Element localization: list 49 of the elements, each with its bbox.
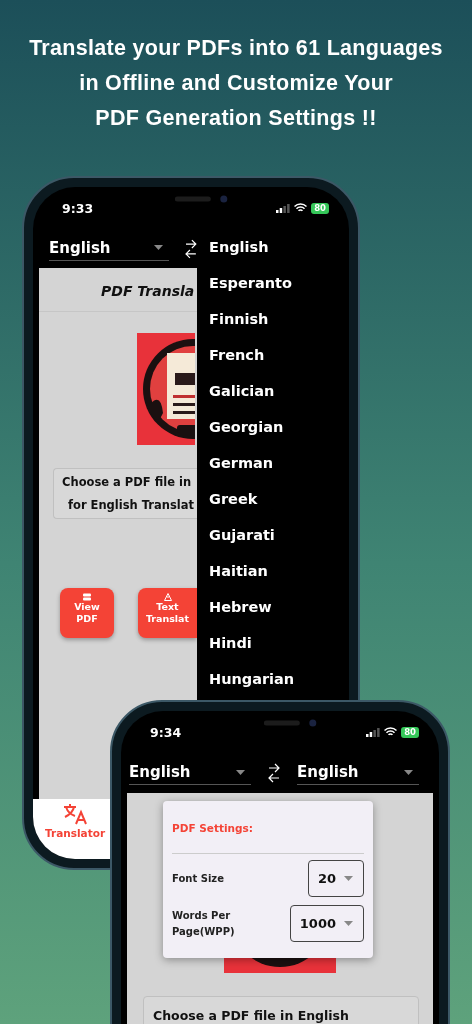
file-prompt-card[interactable]: Choose a PDF file in for English Translat (53, 468, 197, 519)
setting-label: Font Size (172, 871, 224, 886)
language-option[interactable]: Georgian (209, 419, 284, 435)
caret-icon (344, 921, 353, 926)
battery-level: 80 (401, 726, 419, 738)
setting-label: Words Per Page(WPP) (172, 908, 236, 939)
caret-icon (154, 245, 164, 250)
translate-icon (63, 803, 88, 825)
language-option[interactable]: English (209, 239, 269, 255)
caret-icon (236, 769, 245, 775)
caret-icon (344, 876, 353, 881)
document-icon (83, 593, 91, 601)
caret-icon (404, 769, 413, 775)
language-option[interactable]: Hungarian (209, 671, 295, 687)
file-prompt-card[interactable]: Choose a PDF file in English (143, 996, 419, 1024)
language-option[interactable]: Greek (209, 491, 258, 507)
battery-level: 80 (311, 202, 329, 214)
language-dropdown[interactable]: English (297, 761, 419, 785)
translate-button[interactable]: Text Translat (138, 588, 197, 638)
notch-drawing (263, 719, 318, 727)
prompt-text: for English Translat (67, 498, 196, 512)
language-option[interactable]: Galician (209, 383, 275, 399)
headline: Translate your PDFs into 61 Languages in Offline and Customize Your PDF Generation Settings !! (28, 35, 444, 132)
page-title: PDF Transla (101, 283, 195, 299)
translator-tab[interactable]: Translator (45, 799, 106, 859)
view-pdf-button[interactable]: View PDF (60, 588, 114, 638)
swap-icon[interactable] (185, 238, 197, 259)
language-option[interactable]: Hebrew (209, 599, 272, 615)
status-time: 9:33 (62, 200, 94, 216)
language-option[interactable]: Haitian (209, 563, 268, 579)
language-option[interactable]: French (209, 347, 265, 363)
language-option[interactable]: Esperanto (209, 275, 292, 291)
language-option[interactable]: Finnish (209, 311, 269, 327)
prompt-text: Choose a PDF file in English (153, 1008, 349, 1023)
wifi-icon (294, 203, 308, 213)
status-time: 9:34 (150, 724, 182, 740)
language-dropdown[interactable]: English (129, 761, 251, 785)
language-dropdown[interactable]: English (49, 236, 170, 261)
language-option[interactable]: German (209, 455, 274, 471)
notch-drawing (174, 195, 229, 203)
signal-icon (366, 727, 381, 737)
language-option[interactable]: Hindi (209, 635, 252, 651)
swap-icon[interactable] (268, 763, 280, 783)
warning-icon (163, 593, 172, 601)
popup-title: PDF Settings: (172, 822, 254, 834)
prompt-text: Choose a PDF file in (62, 475, 193, 489)
wifi-icon (384, 727, 398, 737)
signal-icon (276, 203, 291, 213)
language-option[interactable]: Gujarati (209, 527, 275, 543)
